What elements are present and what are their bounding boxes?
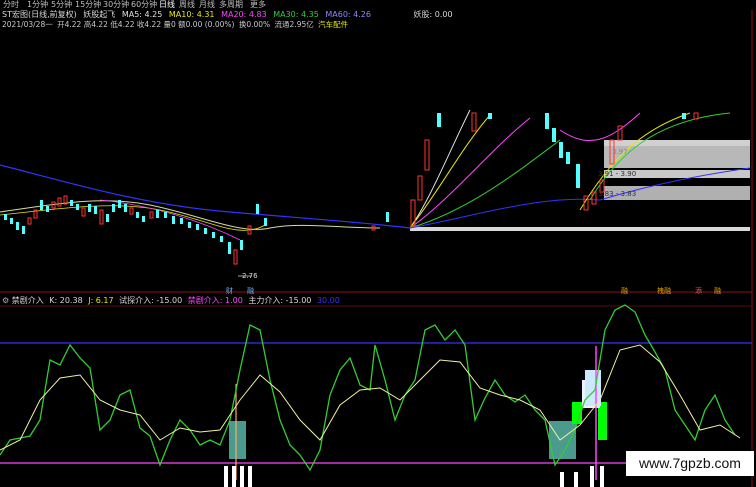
k-line bbox=[0, 304, 736, 472]
d-line bbox=[0, 344, 741, 451]
chart-canvas bbox=[0, 10, 753, 487]
event-marker-rong-1[interactable]: 融 bbox=[247, 287, 254, 296]
extra-value: 30.00 bbox=[316, 296, 340, 305]
test-entry-value: 试探介入: -15.00 bbox=[119, 296, 183, 305]
event-marker-rong-3[interactable]: 融 bbox=[714, 287, 721, 296]
event-marker-tian[interactable]: 添 bbox=[695, 287, 702, 296]
indicator-title[interactable]: 禁剧介入 bbox=[12, 296, 44, 305]
event-marker-cai[interactable]: 财 bbox=[226, 287, 233, 296]
level-label-c: 3.83 - 3.83 bbox=[598, 190, 637, 198]
main-entry-value: 主力介入: -15.00 bbox=[248, 296, 312, 305]
catch-entry-bar-1 bbox=[229, 421, 246, 459]
event-marker-zhuairong[interactable]: 拽融 bbox=[657, 287, 671, 296]
level-label-a: 3.97 bbox=[612, 148, 628, 156]
ma30-fan bbox=[409, 139, 561, 229]
candles-right bbox=[410, 112, 699, 227]
baseline-bar bbox=[410, 227, 750, 231]
ma10-fan bbox=[409, 114, 491, 229]
main-entry-bars bbox=[224, 466, 604, 487]
low-price-label: 2.76 bbox=[242, 272, 258, 280]
level-label-b: 3.91 - 3.90 bbox=[598, 170, 637, 178]
ma20-fan bbox=[409, 117, 531, 229]
ma20-right bbox=[559, 112, 641, 141]
catch-entry-value: 禁剧介入: 1.00 bbox=[187, 296, 243, 305]
ma60-left bbox=[0, 164, 411, 229]
ma5-fan bbox=[409, 109, 471, 229]
event-marker-rong-2[interactable]: 融 bbox=[621, 287, 628, 296]
lightblue-bar bbox=[585, 370, 601, 406]
indicator-legend: ⚙ 禁剧介入 K: 20.38 J: 6.17 试探介入: -15.00 禁剧介… bbox=[2, 296, 340, 306]
settings-icon[interactable]: ⚙ bbox=[2, 296, 9, 305]
j-value: J: 6.17 bbox=[88, 296, 114, 305]
zone-top bbox=[604, 140, 750, 146]
site-watermark: www.7gpzb.com bbox=[626, 451, 754, 476]
k-value: K: 20.38 bbox=[49, 296, 83, 305]
candles-left bbox=[4, 195, 389, 265]
ma60-fan bbox=[409, 198, 601, 229]
